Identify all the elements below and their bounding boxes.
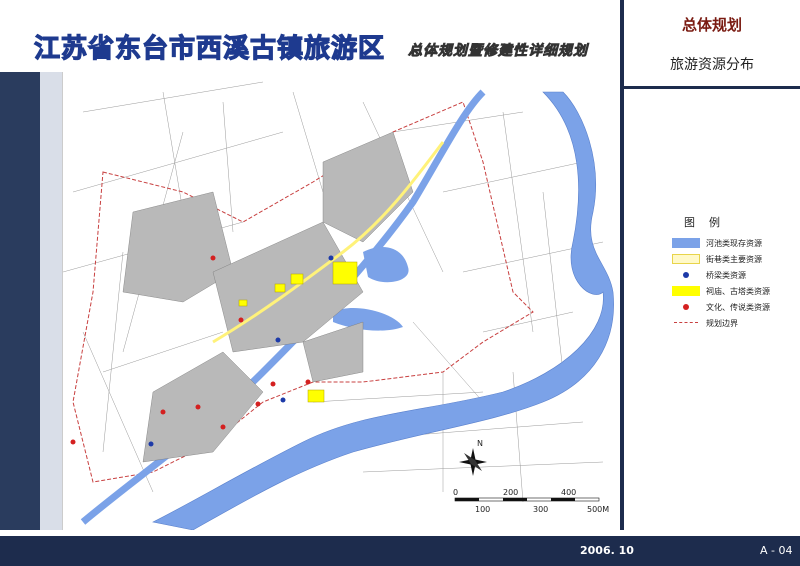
legend-label: 河池类现存资源 [706, 238, 762, 248]
legend-item-street: 街巷类主要资源 [672, 252, 762, 266]
legend-item-boundary: 规划边界 [672, 316, 738, 330]
scale-tick-0: 0 [453, 488, 458, 497]
legend-label: 规划边界 [706, 318, 738, 328]
bridge-dot-icon [672, 270, 700, 280]
temple-swatch-icon [672, 286, 700, 296]
map-canvas: N 0 200 400 100 300 500M [62, 72, 619, 531]
scale-tick-100: 100 [475, 505, 490, 514]
legend-label: 桥梁类资源 [706, 270, 746, 280]
panel-divider [624, 86, 800, 89]
section-title: 总体规划 [681, 16, 742, 34]
legend-item-water: 河池类现存资源 [672, 236, 762, 250]
legend-item-culture: 文化、传说类资源 [672, 300, 770, 314]
scale-tick-300: 300 [533, 505, 548, 514]
boundary-line-icon [672, 318, 700, 328]
old-town-buildings [122, 131, 414, 463]
right-panel: 总体规划 旅游资源分布 图例 河池类现存资源 街巷类主要资源 桥梁类资源 祠庙、… [620, 0, 800, 530]
map-svg: N 0 200 400 100 300 500M [62, 81, 614, 531]
left-decor-band [0, 0, 40, 530]
map-title: 旅游资源分布 [670, 57, 754, 73]
scale-bar: 0 200 400 100 300 500M [453, 488, 609, 514]
left-decor-band-light [40, 70, 62, 530]
legend-item-temple: 祠庙、古塔类资源 [672, 284, 770, 298]
scale-tick-400: 400 [561, 488, 576, 497]
pond [333, 307, 403, 331]
north-arrow: N [459, 439, 487, 476]
street-swatch-icon [672, 254, 700, 264]
legend-item-bridge: 桥梁类资源 [672, 268, 746, 282]
header: 江苏省东台市西溪古镇旅游区 总体规划暨修建性详细规划 [0, 0, 620, 72]
legend-label: 祠庙、古塔类资源 [706, 286, 770, 296]
legend-label: 街巷类主要资源 [706, 254, 762, 264]
culture-dot-icon [672, 302, 700, 312]
north-label: N [477, 439, 483, 448]
legend-title: 图例 [684, 216, 734, 229]
project-subtitle: 总体规划暨修建性详细规划 [408, 43, 588, 60]
project-title: 江苏省东台市西溪古镇旅游区 [33, 33, 386, 64]
footer-bar: 2006. 10 A - 04 [0, 536, 800, 566]
pond [363, 247, 409, 283]
water-swatch-icon [672, 238, 700, 248]
sheet-number: A - 04 [760, 544, 793, 557]
scale-tick-500m: 500M [587, 505, 609, 514]
footer-date: 2006. 10 [580, 544, 634, 557]
legend-label: 文化、传说类资源 [706, 302, 770, 312]
scale-tick-200: 200 [503, 488, 518, 497]
